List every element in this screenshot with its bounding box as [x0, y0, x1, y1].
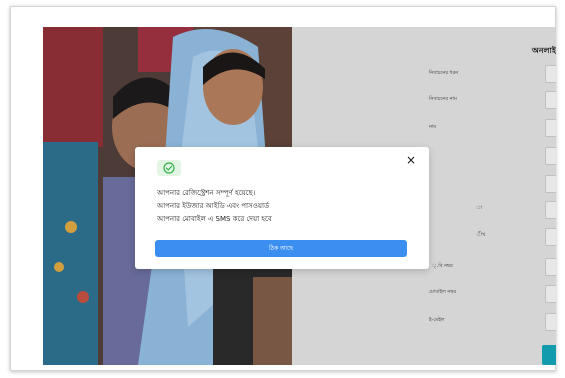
message-line-3: আপনার মোবাইল এ SMS করে দেয়া হবে: [157, 215, 272, 223]
message-line-1: আপনার রেজিস্ট্রেশন সম্পূর্ণ হয়েছে।: [157, 189, 256, 197]
screenshot-frame: অনলাই নিবাচনের ধরন নিবাচনের নাম নাম া ীখ…: [10, 6, 556, 371]
check-circle-icon: [157, 160, 181, 176]
ok-button[interactable]: ঠিক আছে: [155, 240, 407, 257]
message-line-2: আপনার ইউজার আইডি এবং পাসওয়ার্ড: [157, 202, 270, 210]
close-icon[interactable]: ×: [405, 154, 417, 166]
success-message: আপনার রেজিস্ট্রেশন সম্পূর্ণ হয়েছে। আপনা…: [157, 187, 407, 226]
registration-success-dialog: × আপনার রেজিস্ট্রেশন সম্পূর্ণ হয়েছে। আপ…: [135, 147, 429, 269]
page-viewport: অনলাই নিবাচনের ধরন নিবাচনের নাম নাম া ীখ…: [43, 27, 556, 365]
